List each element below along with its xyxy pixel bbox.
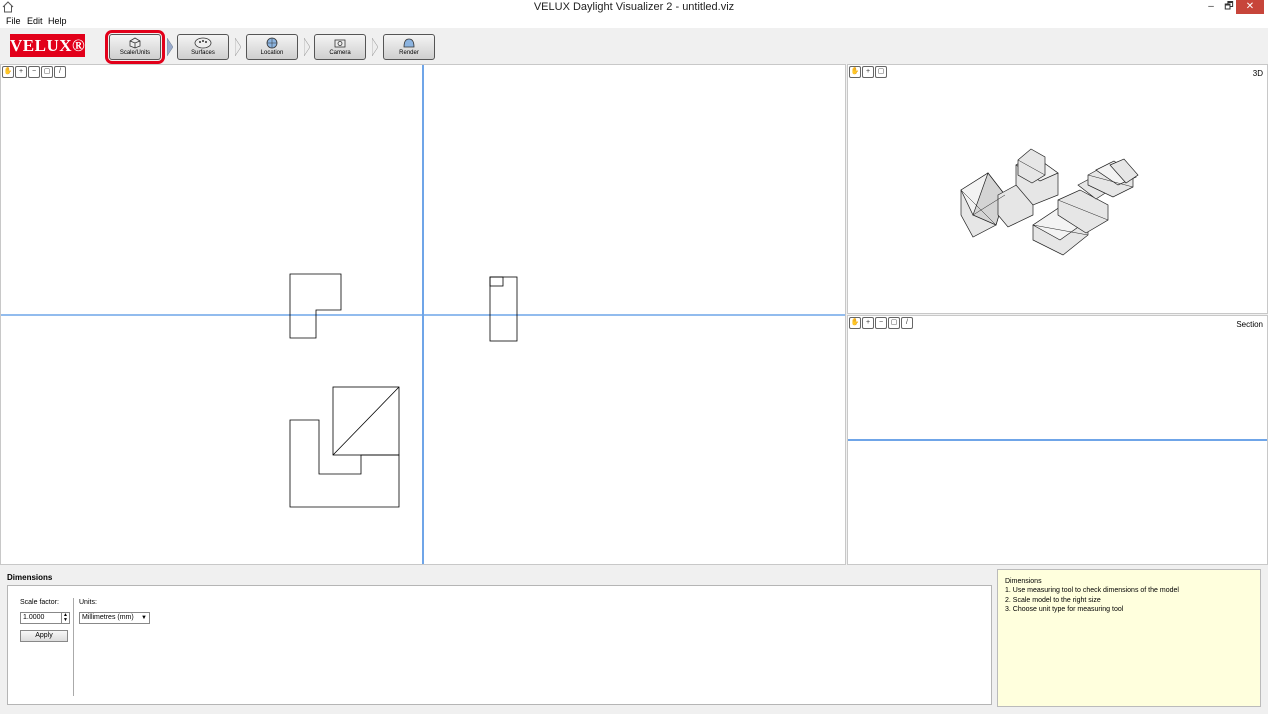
restore-button[interactable]: 🗗 (1222, 0, 1236, 14)
panel-divider (73, 598, 74, 696)
3d-viewport[interactable]: ✋ + ▢ 3D (847, 64, 1268, 314)
chevron-right-icon (372, 38, 378, 56)
help-line: 2. Scale model to the right size (1005, 596, 1101, 604)
plan-viewport[interactable]: ✋ + − ▢ / (0, 64, 846, 565)
floor-plan-diagonal (332, 386, 400, 456)
apply-button[interactable]: Apply (20, 630, 68, 642)
floor-plan-shape (289, 273, 342, 339)
section-drawing (848, 439, 1267, 441)
help-line: 3. Choose unit type for measuring tool (1005, 605, 1124, 613)
help-title: Dimensions (1005, 578, 1042, 585)
scale-factor-label: Scale factor: (20, 599, 59, 606)
palette-icon (194, 37, 212, 49)
chevron-right-icon (167, 38, 173, 56)
menu-help[interactable]: Help (48, 16, 67, 26)
step-label: Location (260, 50, 284, 56)
box-icon (129, 37, 141, 49)
dimensions-panel: Dimensions Scale factor: 1.0000 ▲ ▼ Apply… (0, 565, 995, 712)
step-label: Surfaces (191, 50, 215, 56)
close-button[interactable]: ✕ (1236, 0, 1264, 14)
floor-plan-shape (489, 276, 504, 287)
help-line: 1. Use measuring tool to check dimension… (1005, 587, 1179, 595)
3d-model-drawing (960, 148, 1139, 256)
minimize-button[interactable]: – (1200, 0, 1222, 14)
menu-file[interactable]: File (6, 16, 21, 26)
velux-logo: VELUX® (10, 34, 86, 57)
camera-icon (334, 39, 346, 48)
render-icon (403, 38, 415, 48)
step-surfaces-button[interactable]: Surfaces (177, 34, 229, 60)
step-location-button[interactable]: Location (246, 34, 298, 60)
floor-plan-shape (489, 276, 518, 342)
panel-title: Dimensions (7, 573, 53, 582)
step-scale-units-button[interactable]: Scale/Units (105, 30, 165, 64)
units-label: Units: (79, 599, 97, 606)
help-box: Dimensions 1. Use measuring tool to chec… (997, 569, 1261, 707)
window-title: VELUX Daylight Visualizer 2 - untitled.v… (533, 1, 735, 13)
menu-bar: File Edit Help (0, 15, 1268, 28)
step-label: Render (399, 50, 419, 56)
scale-factor-input[interactable]: 1.0000 ▲ ▼ (20, 612, 70, 624)
section-viewport[interactable]: ✋ + − ▢ / Section (847, 315, 1268, 565)
chevron-right-icon (304, 38, 310, 56)
units-value: Millimetres (mm) (82, 614, 134, 621)
globe-icon (266, 37, 278, 49)
dimensions-box: Scale factor: 1.0000 ▲ ▼ Apply Units: Mil… (7, 585, 992, 705)
floor-plan-shape (289, 419, 400, 508)
chevron-down-icon: ▼ (141, 615, 147, 621)
step-camera-button[interactable]: Camera (314, 34, 366, 60)
chevron-right-icon (235, 38, 241, 56)
menu-edit[interactable]: Edit (27, 16, 43, 26)
step-label: Camera (329, 50, 351, 56)
step-label: Scale/Units (119, 50, 151, 56)
spinner-arrows-icon[interactable]: ▲ ▼ (61, 613, 69, 623)
workflow-toolbar: VELUX® Scale/Units Surfaces Location Cam… (0, 28, 1268, 64)
title-bar: VELUX Daylight Visualizer 2 - untitled.v… (0, 0, 1268, 15)
units-select[interactable]: Millimetres (mm) ▼ (79, 612, 150, 624)
plan-drawing (1, 65, 845, 564)
scale-factor-value: 1.0000 (23, 614, 45, 621)
step-render-button[interactable]: Render (383, 34, 435, 60)
